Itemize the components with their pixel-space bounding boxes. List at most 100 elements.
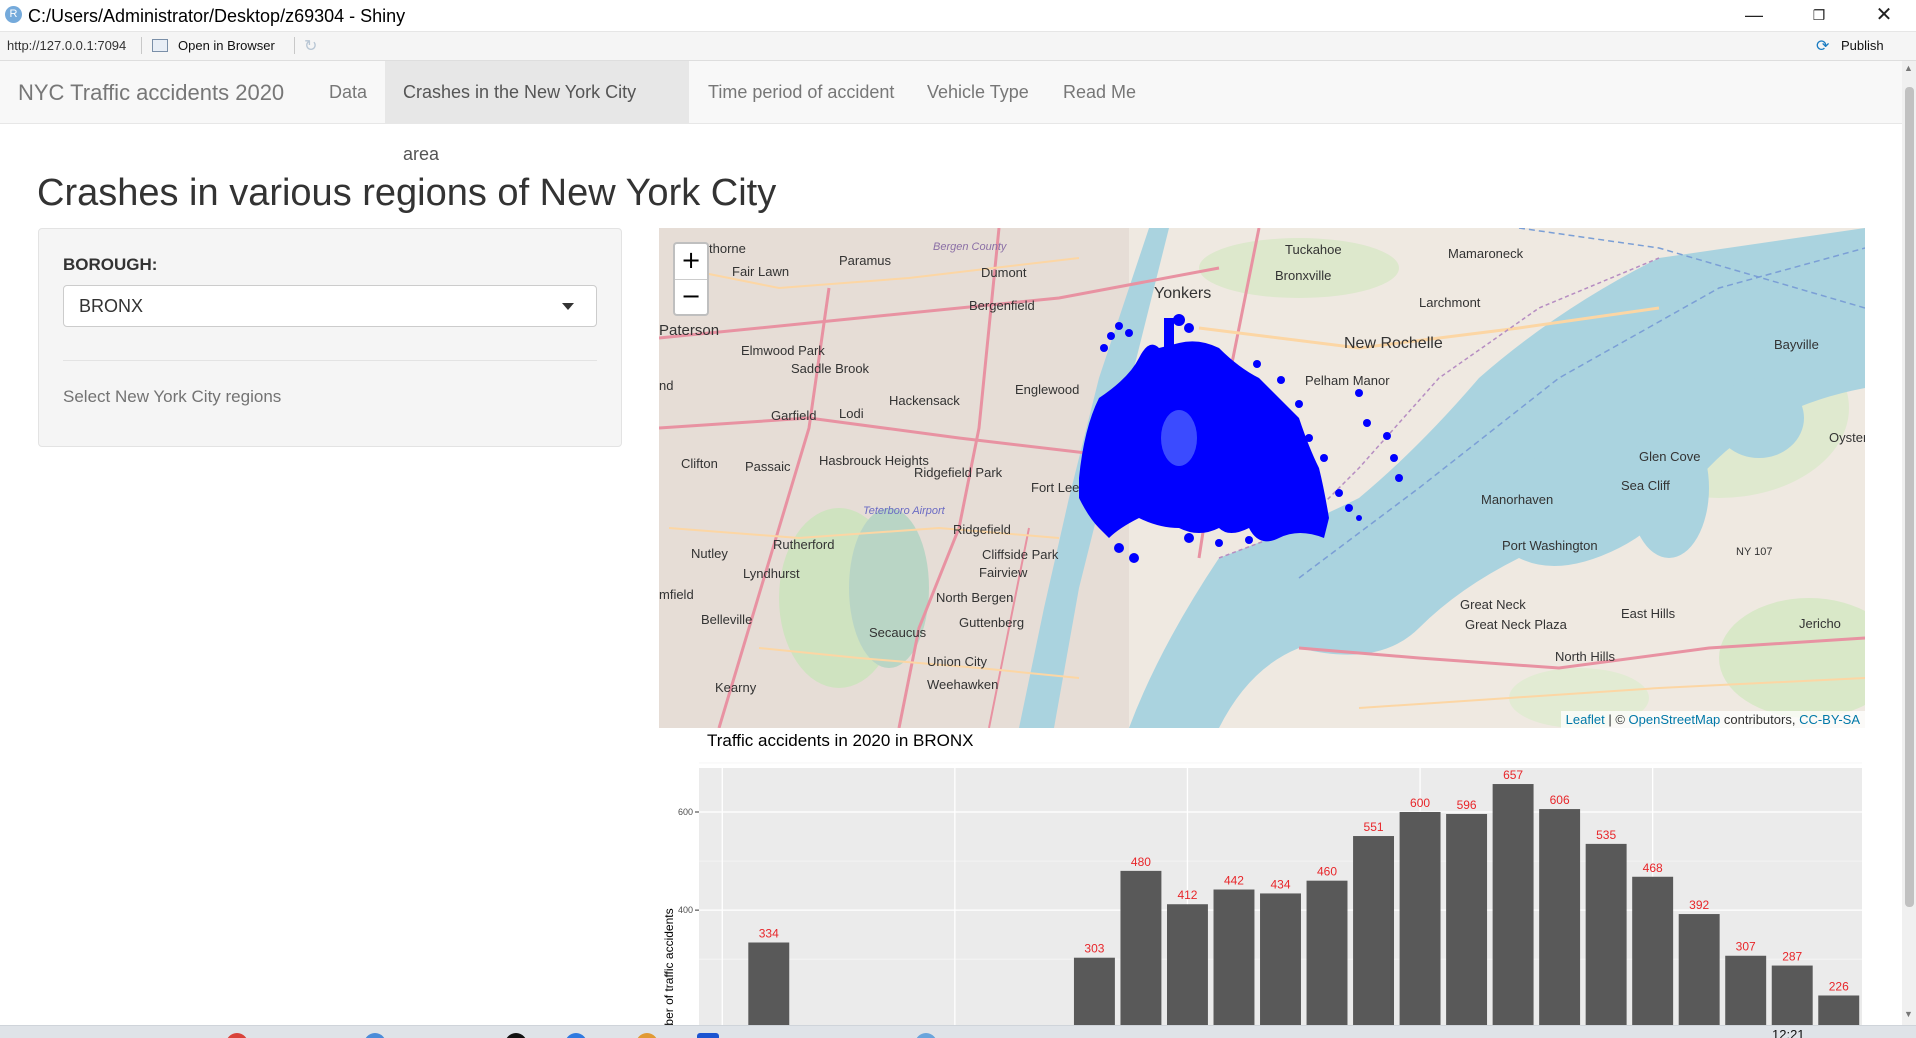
map-place-label: Ridgefield Park <box>914 465 1003 480</box>
taskbar-app-icon[interactable] <box>226 1033 248 1038</box>
vertical-scrollbar[interactable]: ▲ ▼ <box>1902 61 1916 1025</box>
tab-crashes-in-nyc-area[interactable]: Crashes in the New York City area <box>385 61 689 164</box>
bar <box>1213 889 1255 1025</box>
tab-vehicle-type[interactable]: Vehicle Type <box>909 61 1047 123</box>
divider <box>63 360 597 361</box>
map-place-label: Paterson <box>659 322 719 339</box>
bar-value-label: 442 <box>1224 874 1244 888</box>
minimize-button[interactable]: — <box>1734 3 1774 27</box>
scroll-up-arrow-icon[interactable]: ▲ <box>1904 63 1913 73</box>
toolbar-divider <box>141 37 142 54</box>
map-place-label: Bergenfield <box>969 298 1035 313</box>
map-place-label: Passaic <box>745 459 791 474</box>
map-place-label: Glen Cove <box>1639 449 1700 464</box>
bar-value-label: 303 <box>1084 942 1104 956</box>
map-place-label: Hackensack <box>889 393 960 408</box>
open-in-browser-button[interactable]: Open in Browser <box>178 38 275 53</box>
map-place-label: Kearny <box>715 680 757 695</box>
attribution-separator: | © <box>1604 712 1629 727</box>
map-place-label: thorne <box>709 241 746 256</box>
bar-value-label: 434 <box>1270 877 1290 891</box>
chart-title: Traffic accidents in 2020 in BRONX <box>707 731 974 750</box>
map-place-label: Mamaroneck <box>1448 246 1524 261</box>
borough-select[interactable]: BRONX <box>63 285 597 327</box>
taskbar-clock: 12:21 <box>1772 1027 1805 1038</box>
attribution-contributors: contributors, <box>1720 712 1800 727</box>
tab-time-period[interactable]: Time period of accident <box>690 61 912 123</box>
zoom-in-button[interactable]: + <box>675 244 707 280</box>
bar-value-label: 226 <box>1829 979 1849 993</box>
taskbar-app-icon[interactable] <box>565 1033 587 1038</box>
shiny-toolbar: http://127.0.0.1:7094 Open in Browser ↻ … <box>0 32 1916 61</box>
map-place-label: Teterboro Airport <box>863 505 946 517</box>
cc-by-sa-link[interactable]: CC-BY-SA <box>1799 712 1860 727</box>
map-place-label: Elmwood Park <box>741 343 825 358</box>
map-tiles: thorne Paramus Bergen County Dumont Fair… <box>659 228 1865 728</box>
map-place-label: Oyster <box>1829 430 1865 445</box>
publish-icon[interactable]: ⟳ <box>1816 36 1829 56</box>
bar <box>1539 809 1581 1025</box>
taskbar-app-icon[interactable] <box>915 1033 937 1038</box>
bar <box>1771 965 1813 1025</box>
bar-value-label: 334 <box>759 926 779 940</box>
map-place-label: Union City <box>927 654 987 669</box>
map-place-label: Bayville <box>1774 337 1819 352</box>
scroll-down-arrow-icon[interactable]: ▼ <box>1904 1009 1913 1019</box>
taskbar-app-icon[interactable] <box>697 1033 719 1038</box>
map-place-label: mfield <box>659 587 694 602</box>
map-place-label: Ridgefield <box>953 522 1011 537</box>
r-app-icon: R <box>5 6 22 23</box>
browser-window-icon[interactable] <box>152 39 168 52</box>
map-place-label: Fort Lee <box>1031 480 1079 495</box>
publish-button[interactable]: Publish <box>1841 38 1884 53</box>
bar <box>1818 995 1860 1025</box>
windows-taskbar: 12:21 <box>0 1025 1916 1038</box>
bar-value-label: 535 <box>1596 828 1616 842</box>
bar-value-label: 600 <box>1410 796 1430 810</box>
zoom-out-button[interactable]: − <box>675 280 707 315</box>
tab-read-me[interactable]: Read Me <box>1045 61 1154 123</box>
bar <box>1725 955 1767 1025</box>
tab-data[interactable]: Data <box>311 61 385 123</box>
map-place-label: Manorhaven <box>1481 492 1553 507</box>
leaflet-link[interactable]: Leaflet <box>1566 712 1605 727</box>
close-button[interactable]: ✕ <box>1864 3 1904 27</box>
map-place-label: Great Neck <box>1460 597 1526 612</box>
window-title: C:/Users/Administrator/Desktop/z69304 - … <box>28 6 406 26</box>
taskbar-app-icon[interactable] <box>636 1033 658 1038</box>
sidebar-panel: BOROUGH: BRONX Select New York City regi… <box>38 228 622 447</box>
refresh-icon[interactable]: ↻ <box>304 36 317 56</box>
map-place-label: New Rochelle <box>1344 335 1443 352</box>
map-place-label: North Bergen <box>936 590 1013 605</box>
map-place-label: Bergen County <box>933 241 1008 253</box>
bar <box>1585 843 1627 1025</box>
navbar-brand: NYC Traffic accidents 2020 <box>18 80 285 105</box>
bar <box>1632 876 1674 1025</box>
maximize-button[interactable]: ❐ <box>1799 3 1839 27</box>
bar-chart: 400 600 ber of traffic accidents 334 303 480 4… <box>659 752 1869 1025</box>
page-title: Crashes in various regions of New York C… <box>37 172 777 214</box>
map-place-label: Garfield <box>771 408 817 423</box>
chevron-down-icon[interactable] <box>562 303 574 310</box>
map-place-label: Nutley <box>691 546 728 561</box>
bar-value-label: 460 <box>1317 865 1337 879</box>
taskbar-app-icon[interactable] <box>364 1033 386 1038</box>
navbar: NYC Traffic accidents 2020 Data Crashes … <box>0 61 1902 164</box>
map-place-label: Saddle Brook <box>791 361 870 376</box>
bar-value-label: 468 <box>1643 861 1663 875</box>
map-place-label: Jericho <box>1799 616 1841 631</box>
bar <box>1446 813 1488 1025</box>
map-place-label: East Hills <box>1621 606 1676 621</box>
map-place-label: NY 107 <box>1736 546 1773 558</box>
map-place-label: Lyndhurst <box>743 566 800 581</box>
map-place-label: Bronxville <box>1275 268 1331 283</box>
bar-value-label: 287 <box>1782 950 1802 964</box>
bar-value-label: 551 <box>1364 820 1384 834</box>
scrollbar-thumb[interactable] <box>1905 87 1914 907</box>
taskbar-app-icon[interactable] <box>505 1033 527 1038</box>
map-place-label: Larchmont <box>1419 295 1481 310</box>
openstreetmap-link[interactable]: OpenStreetMap <box>1629 712 1721 727</box>
leaflet-map[interactable]: thorne Paramus Bergen County Dumont Fair… <box>659 228 1865 728</box>
bar <box>1678 914 1720 1025</box>
help-text: Select New York City regions <box>63 387 282 406</box>
